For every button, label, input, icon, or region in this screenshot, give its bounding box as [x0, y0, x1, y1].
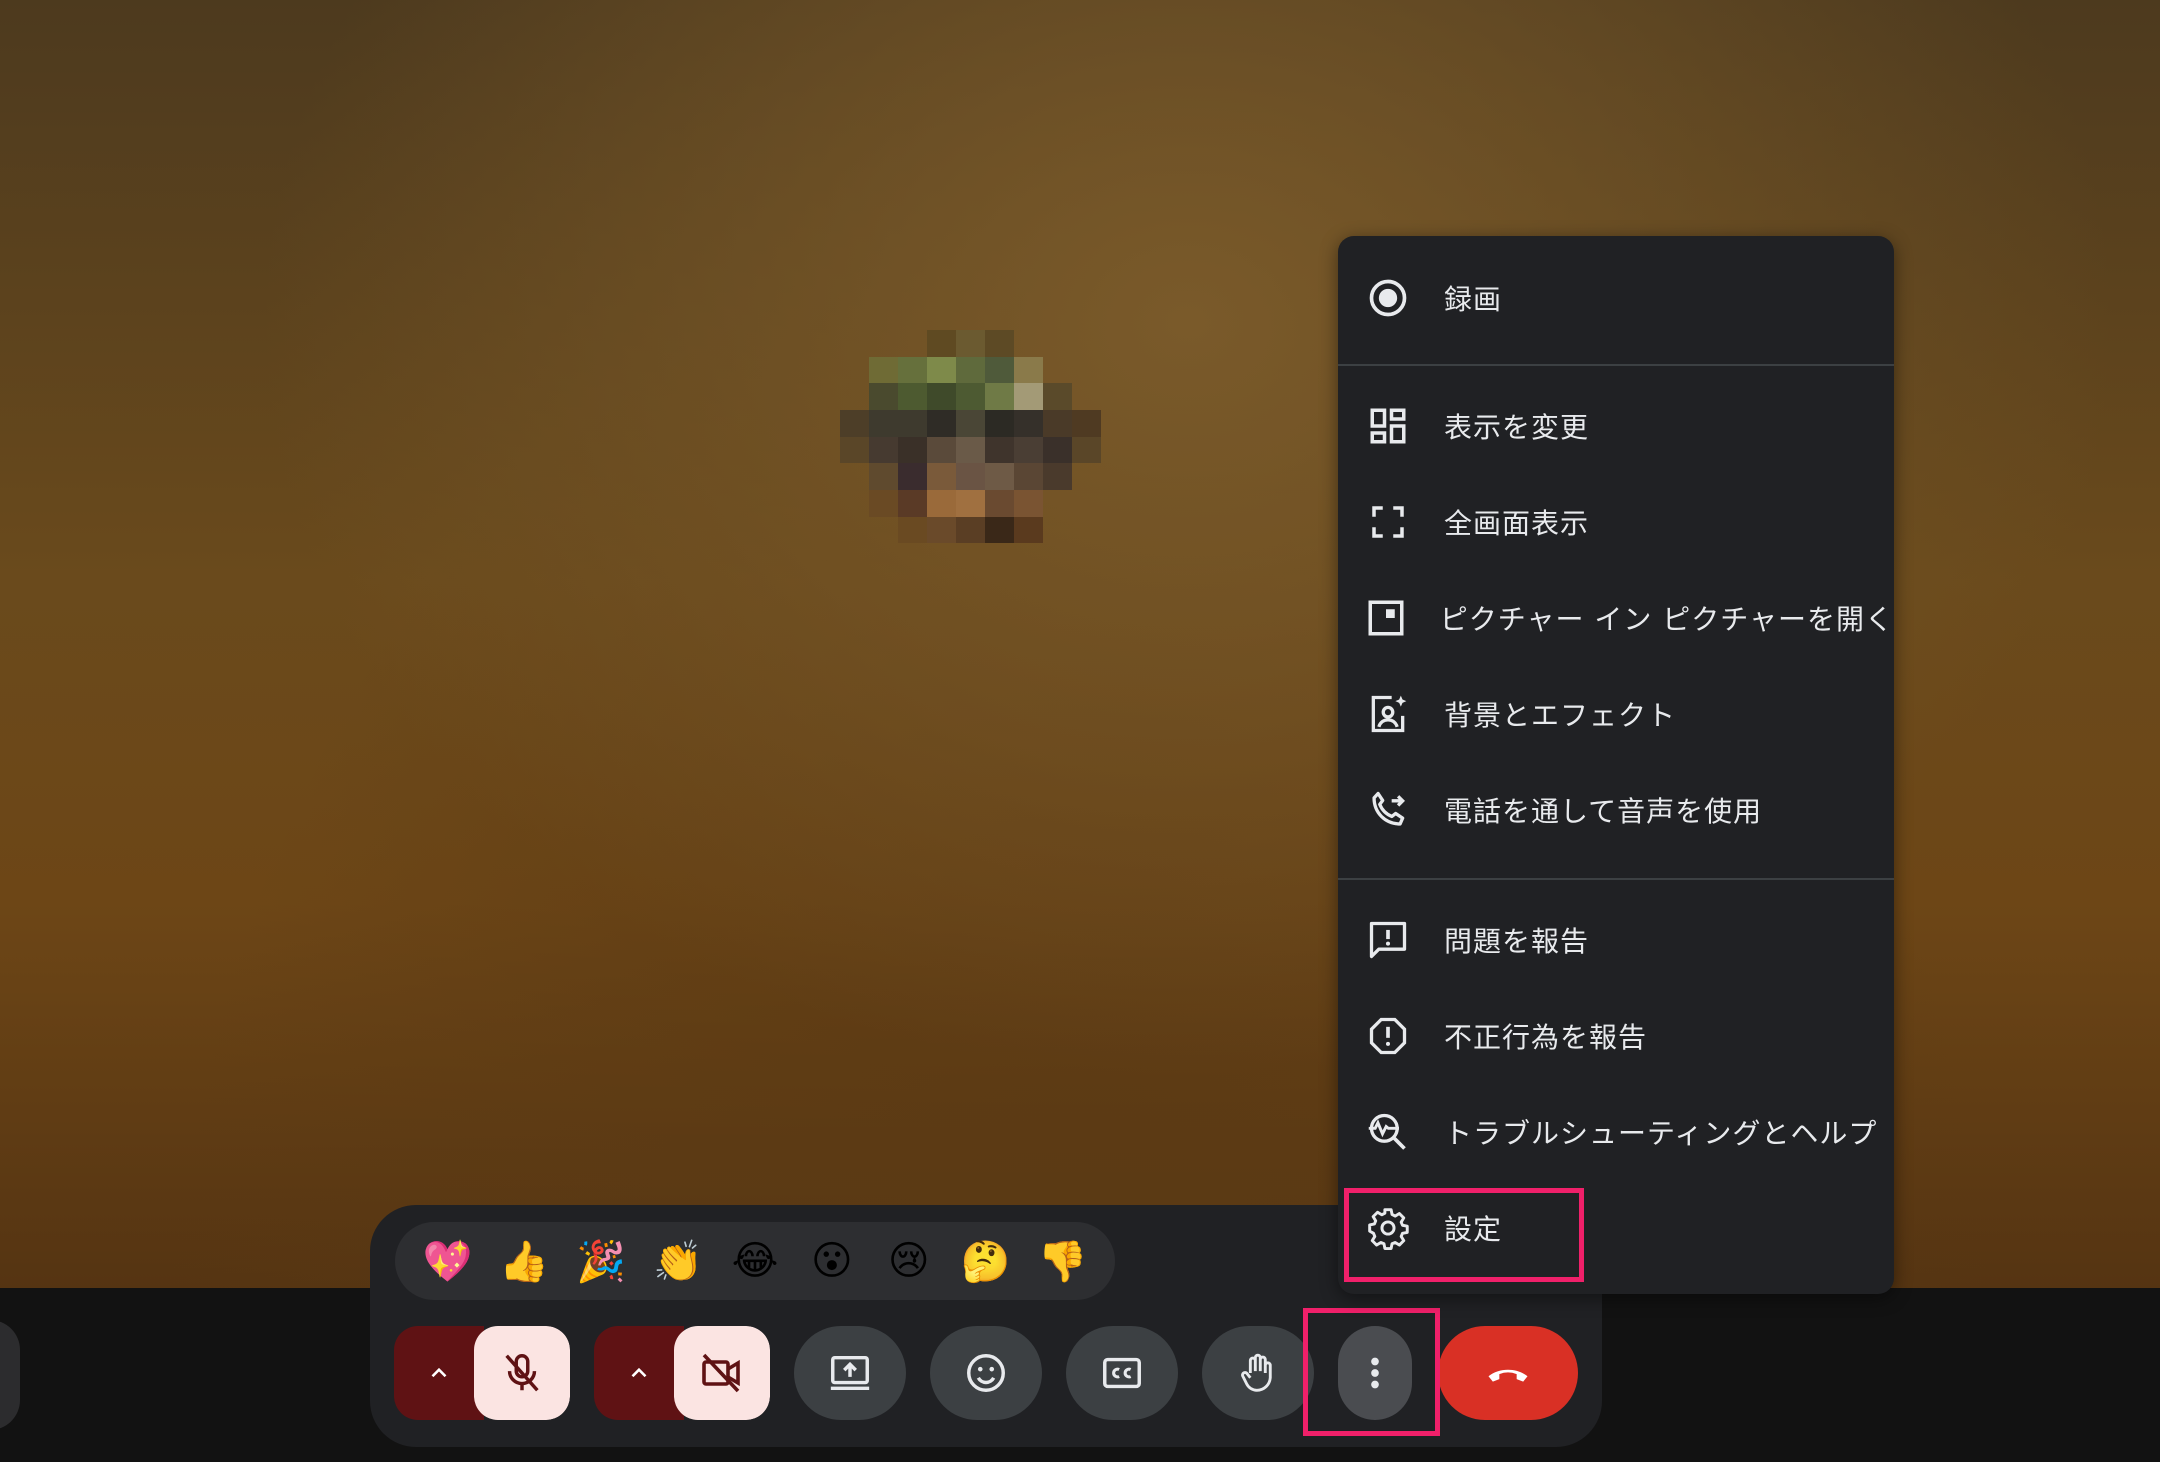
menu-item-label: 全画面表示 [1444, 507, 1590, 540]
menu-item-change-layout[interactable]: 表示を変更 [1338, 378, 1894, 474]
more-options-menu: 録画 表示を変更 全画面表示 ピクチャー イン ピクチャーを開く 背景とエフェク… [1338, 236, 1894, 1294]
phone-forward-icon [1364, 786, 1412, 834]
reaction-tears-of-joy[interactable]: 😂 [724, 1230, 786, 1292]
fullscreen-icon [1364, 498, 1412, 546]
menu-divider [1338, 878, 1894, 880]
present-screen-icon [830, 1355, 870, 1391]
menu-item-label: 背景とエフェクト [1444, 699, 1677, 732]
camera-toggle-button[interactable] [674, 1326, 770, 1420]
emoji-icon [967, 1354, 1005, 1392]
troubleshoot-icon [1364, 1108, 1412, 1156]
mic-options-button[interactable] [394, 1326, 484, 1420]
emoji-button[interactable] [930, 1326, 1042, 1420]
menu-item-phone-audio[interactable]: 電話を通して音声を使用 [1338, 762, 1894, 858]
menu-item-fullscreen[interactable]: 全画面表示 [1338, 474, 1894, 570]
menu-item-report-problem[interactable]: 問題を報告 [1338, 892, 1894, 988]
menu-item-backgrounds-effects[interactable]: 背景とエフェクト [1338, 666, 1894, 762]
menu-divider [1338, 364, 1894, 366]
highlight-settings [1344, 1188, 1584, 1282]
reaction-crying[interactable]: 😢 [878, 1230, 940, 1292]
reaction-sparkling-heart[interactable]: 💖 [416, 1230, 478, 1292]
menu-item-label: 問題を報告 [1444, 925, 1590, 958]
reaction-party-popper[interactable]: 🎉 [570, 1230, 632, 1292]
pixelated-participant [840, 330, 1130, 570]
layout-icon [1364, 402, 1412, 450]
reaction-clapping[interactable]: 👏 [647, 1230, 709, 1292]
menu-item-label: 表示を変更 [1444, 411, 1590, 444]
raise-hand-icon [1241, 1353, 1272, 1392]
menu-item-label: トラブルシューティングとヘルプ [1444, 1117, 1878, 1150]
chevron-up-icon [431, 1367, 447, 1378]
leave-call-button[interactable] [1438, 1326, 1578, 1420]
reaction-thumbs-down[interactable]: 👎 [1031, 1230, 1093, 1292]
mic-control [394, 1326, 570, 1420]
meeting-screen: 💖 👍 🎉 👏 😂 😮 😢 🤔 👎 録画 表示を変更 全画面表示 ピクチャー イ… [0, 0, 2160, 1462]
record-icon [1364, 274, 1412, 322]
raise-hand-button[interactable] [1202, 1326, 1314, 1420]
menu-item-label: 不正行為を報告 [1444, 1021, 1648, 1054]
captions-button[interactable] [1066, 1326, 1178, 1420]
feedback-icon [1364, 916, 1412, 964]
reaction-bar: 💖 👍 🎉 👏 😂 😮 😢 🤔 👎 [395, 1222, 1115, 1300]
picture-in-picture-icon [1364, 594, 1408, 642]
hangup-icon [1488, 1369, 1528, 1382]
chevron-up-icon [631, 1367, 647, 1378]
camera-options-button[interactable] [594, 1326, 684, 1420]
menu-item-label: 録画 [1444, 283, 1503, 316]
menu-item-label: 電話を通して音声を使用 [1444, 795, 1763, 828]
camera-off-icon [702, 1353, 740, 1393]
present-screen-button[interactable] [794, 1326, 906, 1420]
mic-toggle-button[interactable] [474, 1326, 570, 1420]
menu-item-picture-in-picture[interactable]: ピクチャー イン ピクチャーを開く [1338, 570, 1894, 666]
mic-off-icon [505, 1354, 539, 1392]
camera-control [594, 1326, 770, 1420]
background-effects-icon [1364, 690, 1412, 738]
report-abuse-icon [1364, 1012, 1412, 1060]
highlight-more-options [1303, 1308, 1440, 1436]
captions-icon [1103, 1357, 1141, 1389]
menu-item-record[interactable]: 録画 [1338, 250, 1894, 346]
menu-item-label: ピクチャー イン ピクチャーを開く [1439, 603, 1894, 636]
reaction-thinking[interactable]: 🤔 [955, 1230, 1017, 1292]
menu-item-troubleshooting-help[interactable]: トラブルシューティングとヘルプ [1338, 1084, 1894, 1180]
reaction-surprised[interactable]: 😮 [801, 1230, 863, 1292]
reaction-thumbs-up[interactable]: 👍 [493, 1230, 555, 1292]
menu-item-report-abuse[interactable]: 不正行為を報告 [1338, 988, 1894, 1084]
